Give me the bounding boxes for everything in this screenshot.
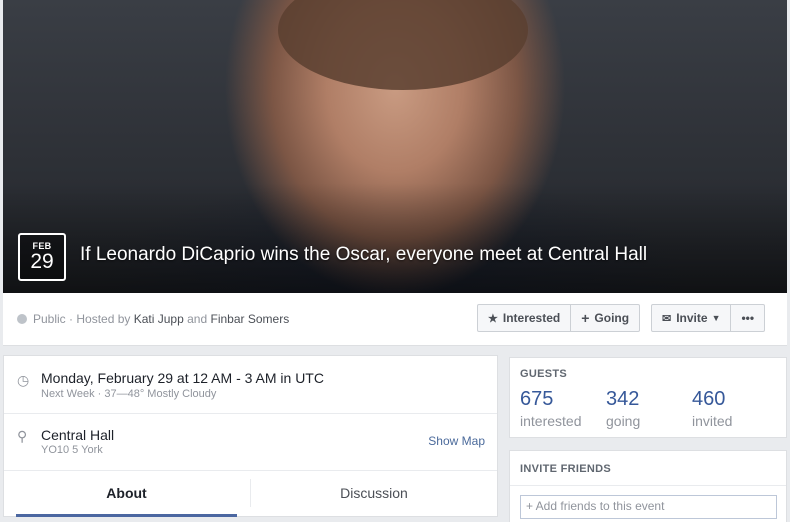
event-host-info: Public · Hosted by Kati Jupp and Finbar … <box>17 312 289 326</box>
hosted-by-label: · Hosted by <box>69 312 131 326</box>
interested-label: Interested <box>502 311 561 325</box>
tab-discussion[interactable]: Discussion <box>251 471 497 515</box>
event-weather: Next Week · 37—48° Mostly Cloudy <box>41 388 217 400</box>
going-count: 342 <box>606 388 640 410</box>
guest-stat-interested[interactable]: 675 interested <box>520 388 581 429</box>
clock-icon: ◷ <box>17 372 30 388</box>
star-icon: ★ <box>488 312 498 325</box>
guests-title: GUESTS <box>520 368 568 380</box>
cover-gradient-overlay <box>3 183 787 293</box>
envelope-icon: ✉ <box>662 312 672 325</box>
and-label: and <box>187 312 208 326</box>
event-datetime: Monday, February 29 at 12 AM - 3 AM in U… <box>41 370 324 386</box>
tab-about[interactable]: About <box>4 471 249 515</box>
event-location-row[interactable]: ⚲ Central Hall YO10 5 York Show Map <box>4 414 497 470</box>
interested-count: 675 <box>520 388 554 410</box>
divider <box>510 485 786 486</box>
interested-stat-label: interested <box>520 413 582 429</box>
location-address: YO10 5 York <box>41 444 103 456</box>
event-cover-photo: FEB 29 If Leonardo DiCaprio wins the Osc… <box>3 0 787 293</box>
more-options-icon: ••• <box>741 311 755 325</box>
guest-stat-invited[interactable]: 460 invited <box>692 388 732 429</box>
location-pin-icon: ⚲ <box>17 428 28 444</box>
active-tab-indicator <box>16 514 237 517</box>
caret-down-icon: ▼ <box>711 313 721 323</box>
guests-card: GUESTS 675 interested 342 going 460 invi… <box>509 357 787 438</box>
going-button[interactable]: + Going <box>570 305 639 331</box>
add-friends-input[interactable]: + Add friends to this event <box>520 495 777 519</box>
going-stat-label: going <box>606 413 641 429</box>
event-date-badge: FEB 29 <box>18 233 66 281</box>
invited-stat-label: invited <box>692 413 733 429</box>
going-label: Going <box>594 311 630 325</box>
event-datetime-row: ◷ Monday, February 29 at 12 AM - 3 AM in… <box>4 356 497 413</box>
show-map-link[interactable]: Show Map <box>428 434 485 448</box>
plus-icon: + <box>581 310 590 326</box>
invite-friends-title: INVITE FRIENDS <box>520 463 611 475</box>
globe-icon <box>17 314 27 324</box>
event-action-bar: Public · Hosted by Kati Jupp and Finbar … <box>3 293 787 346</box>
invite-friends-card: INVITE FRIENDS + Add friends to this eve… <box>509 450 787 522</box>
rsvp-button-group: ★ Interested + Going <box>477 304 641 332</box>
event-tabs: About Discussion <box>4 471 497 517</box>
event-title: If Leonardo DiCaprio wins the Oscar, eve… <box>80 244 648 265</box>
invite-button[interactable]: ✉ Invite ▼ <box>652 305 730 331</box>
cover-photo-portrait <box>278 0 528 90</box>
host-link-kati-jupp[interactable]: Kati Jupp <box>134 312 184 326</box>
host-link-finbar-somers[interactable]: Finbar Somers <box>211 312 290 326</box>
invited-count: 460 <box>692 388 726 410</box>
interested-button[interactable]: ★ Interested <box>478 305 570 331</box>
event-date-day: 29 <box>30 250 54 273</box>
event-details-card: ◷ Monday, February 29 at 12 AM - 3 AM in… <box>3 355 498 517</box>
guest-stat-going[interactable]: 342 going <box>606 388 640 429</box>
privacy-label: Public <box>33 312 66 326</box>
invite-button-group: ✉ Invite ▼ ••• <box>651 304 766 332</box>
more-options-button[interactable]: ••• <box>730 305 764 331</box>
invite-label: Invite <box>676 311 708 325</box>
location-name[interactable]: Central Hall <box>41 427 114 443</box>
